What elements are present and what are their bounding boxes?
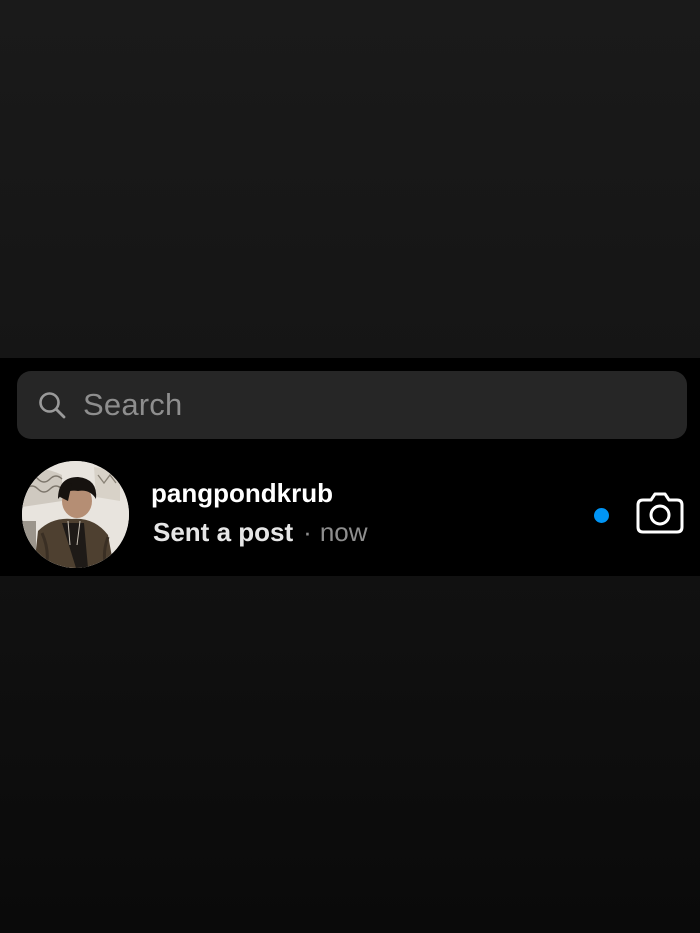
conversation-username: pangpondkrub	[151, 478, 333, 508]
message-preview-text: Sent a post	[153, 517, 294, 547]
preview-separator: ·	[303, 517, 312, 547]
camera-button[interactable]	[635, 491, 685, 540]
message-timestamp: now	[319, 517, 368, 547]
camera-icon	[635, 491, 685, 540]
search-icon	[37, 390, 67, 420]
dimmed-overlay-bottom[interactable]	[0, 576, 700, 933]
avatar[interactable]	[22, 461, 129, 568]
unread-indicator	[594, 508, 609, 523]
messages-panel: Search pangpondkrub Sent a post · now	[0, 358, 700, 576]
search-bar[interactable]: Search	[17, 371, 687, 439]
conversation-row[interactable]: pangpondkrub Sent a post · now	[0, 458, 700, 576]
screen: Search pangpondkrub Sent a post · now	[0, 0, 700, 933]
dimmed-overlay-top[interactable]	[0, 0, 700, 358]
message-preview: Sent a post · now	[153, 517, 368, 548]
search-placeholder: Search	[83, 387, 183, 422]
